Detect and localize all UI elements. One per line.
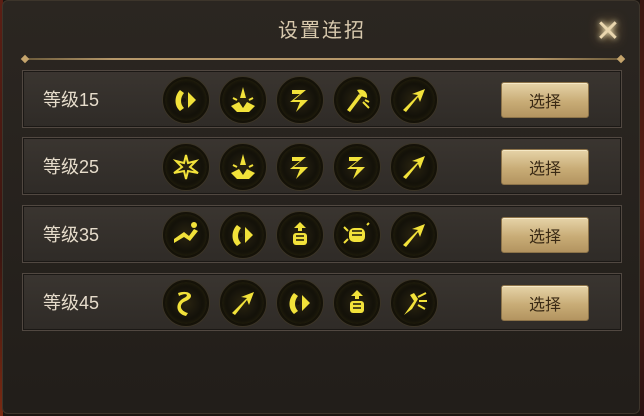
double-slash-icon[interactable] [277, 144, 323, 190]
row-level-label: 等级45 [43, 293, 100, 313]
combo-row-level15: 等级15 选择 [22, 70, 622, 128]
combo-row-level35: 等级35 选择 [22, 205, 622, 263]
row-level-label: 等级35 [43, 225, 100, 245]
axe-strike-icon[interactable] [334, 77, 380, 123]
skill-list [163, 77, 437, 123]
sliding-kick-icon[interactable] [163, 212, 209, 258]
combo-row-level25: 等级25 选择 [22, 137, 622, 195]
shatter-icon[interactable] [163, 144, 209, 190]
pull-strike-icon[interactable] [220, 212, 266, 258]
dash-arrow-icon[interactable] [220, 280, 266, 326]
dialog-title: 设置连招 [278, 20, 366, 42]
dash-arrow-icon[interactable] [391, 212, 437, 258]
right-border-decor [640, 0, 644, 416]
pull-strike-icon[interactable] [277, 280, 323, 326]
ground-slam-icon[interactable] [220, 144, 266, 190]
pull-strike-icon[interactable] [163, 77, 209, 123]
combo-row-level45: 等级45 选择 [22, 273, 622, 331]
dash-arrow-icon[interactable] [391, 144, 437, 190]
title-divider [24, 58, 622, 60]
fist-up-icon[interactable] [277, 212, 323, 258]
dash-arrow-icon[interactable] [391, 77, 437, 123]
skill-list [163, 212, 437, 258]
select-button[interactable]: 选择 [501, 217, 589, 253]
whirlwind-icon[interactable] [163, 280, 209, 326]
burst-kick-icon[interactable] [391, 280, 437, 326]
skill-list [163, 280, 437, 326]
double-slash-icon[interactable] [334, 144, 380, 190]
row-level-label: 等级15 [43, 90, 100, 110]
skill-list [163, 144, 437, 190]
row-level-label: 等级25 [43, 157, 100, 177]
close-icon[interactable]: ✕ [588, 12, 628, 52]
ground-slam-icon[interactable] [220, 77, 266, 123]
double-slash-icon[interactable] [277, 77, 323, 123]
select-button[interactable]: 选择 [501, 149, 589, 185]
select-button[interactable]: 选择 [501, 82, 589, 118]
fist-up-icon[interactable] [334, 280, 380, 326]
punch-icon[interactable] [334, 212, 380, 258]
select-button[interactable]: 选择 [501, 285, 589, 321]
